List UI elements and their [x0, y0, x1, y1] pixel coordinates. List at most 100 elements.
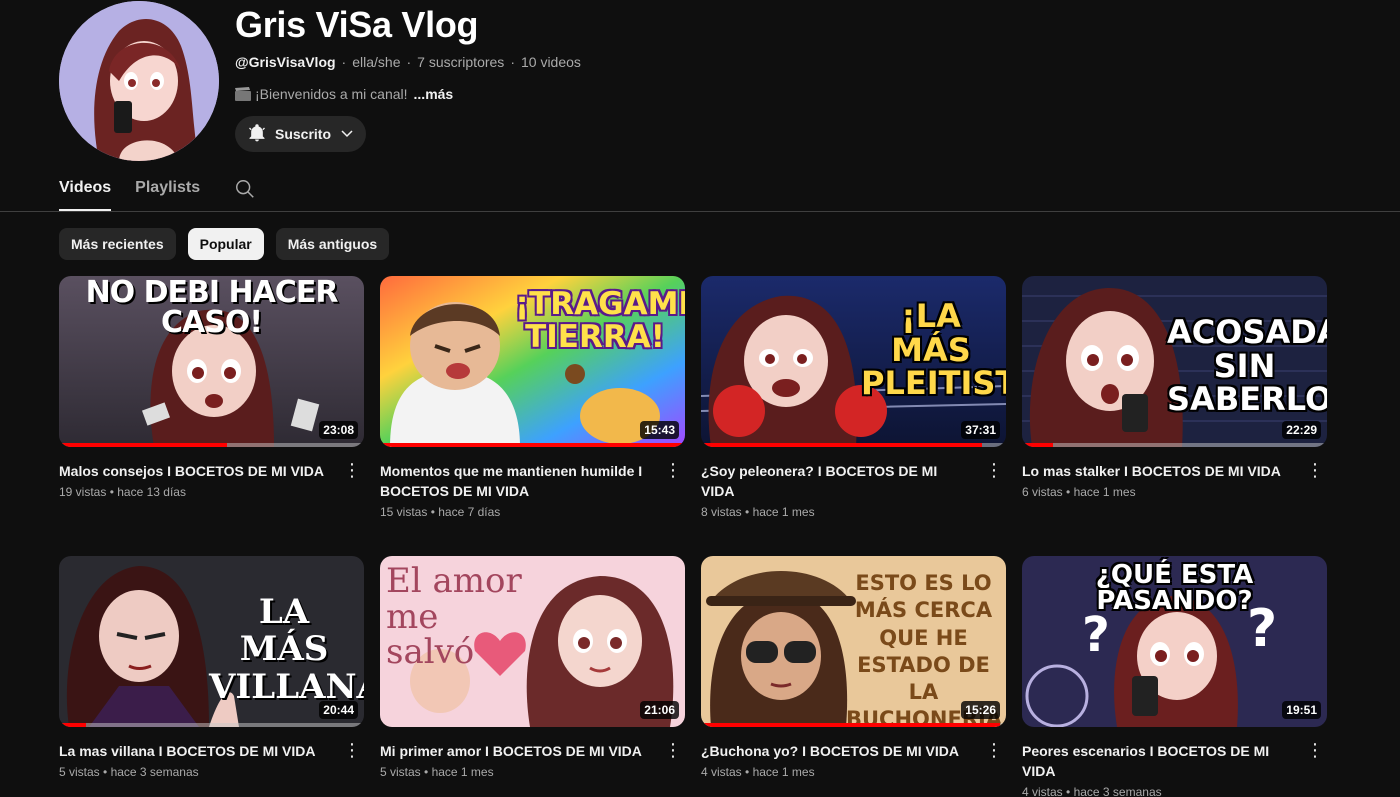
channel-name: Gris ViSa Vlog	[235, 4, 479, 45]
video-card[interactable]: ACOSADA SIN SABERLO 22:29 Lo mas stalker…	[1022, 276, 1327, 556]
tabs-divider	[0, 211, 1400, 212]
thumbnail-text: ¡LA MÁS PLEITISTA!	[861, 297, 1006, 403]
video-thumbnail[interactable]: ¡LA MÁS PLEITISTA! 37:31	[701, 276, 1006, 447]
video-stats: 15 vistas • hace 7 días	[380, 505, 501, 519]
video-stats: 6 vistas • hace 1 mes	[1022, 485, 1136, 499]
more-link[interactable]: ...más	[414, 86, 454, 102]
video-thumbnail[interactable]: ? ? ¿QUÉ ESTA PASANDO? 19:51	[1022, 556, 1327, 727]
watch-progress	[380, 443, 685, 447]
video-title[interactable]: Malos consejos I BOCETOS DE MI VIDA	[59, 461, 329, 481]
watch-progress	[59, 443, 364, 447]
chip-recent[interactable]: Más recientes	[59, 228, 176, 260]
more-vert-icon[interactable]: ⋮	[661, 741, 685, 779]
tab-playlists[interactable]: Playlists	[135, 176, 200, 211]
view-count: 8 vistas	[701, 505, 742, 519]
search-icon[interactable]	[234, 178, 258, 202]
video-card[interactable]: LA MÁS VILLANA 20:44 La mas villana I BO…	[59, 556, 364, 797]
upload-age: hace 1 mes	[752, 765, 815, 779]
more-vert-icon[interactable]: ⋮	[340, 461, 364, 499]
video-thumbnail[interactable]: ¡TRAGAME TIERRA! 15:43	[380, 276, 685, 447]
video-grid: NO DEBI HACER CASO! 23:08 Malos consejos…	[59, 276, 1327, 797]
video-count: 10 videos	[520, 54, 581, 70]
view-count: 4 vistas	[1022, 785, 1063, 797]
video-card[interactable]: ESTO ES LO MÁS CERCA QUE HE ESTADO DE LA…	[701, 556, 1006, 797]
subscriber-count: 7 suscriptores	[417, 54, 505, 70]
video-thumbnail[interactable]: ESTO ES LO MÁS CERCA QUE HE ESTADO DE LA…	[701, 556, 1006, 727]
watch-progress	[59, 723, 364, 727]
channel-meta: @GrisVisaVlog · ella/she · 7 suscriptore…	[235, 54, 581, 70]
upload-age: hace 3 semanas	[1073, 785, 1162, 797]
sort-chips: Más recientes Popular Más antiguos	[59, 228, 390, 260]
video-card[interactable]: ¡TRAGAME TIERRA! 15:43 Momentos que me m…	[380, 276, 685, 556]
watch-progress-fill	[59, 723, 87, 727]
subscribed-label: Suscrito	[275, 126, 332, 142]
clapperboard-icon	[235, 87, 251, 101]
chevron-down-icon	[339, 125, 355, 144]
thumbnail-text: ¡TRAGAME TIERRA!	[515, 286, 685, 355]
channel-description[interactable]: ¡Bienvenidos a mi canal! ...más	[235, 86, 453, 102]
video-card[interactable]: ¡LA MÁS PLEITISTA! 37:31 ¿Soy peleonera?…	[701, 276, 1006, 556]
video-stats: 19 vistas • hace 13 días	[59, 485, 186, 499]
video-title[interactable]: Momentos que me mantienen humilde I BOCE…	[380, 461, 650, 501]
upload-age: hace 7 días	[438, 505, 501, 519]
description-text: ¡Bienvenidos a mi canal!	[255, 86, 408, 102]
upload-age: hace 3 semanas	[110, 765, 199, 779]
video-thumbnail[interactable]: NO DEBI HACER CASO! 23:08	[59, 276, 364, 447]
upload-age: hace 1 mes	[431, 765, 494, 779]
thumbnail-text: El amor me salvó	[386, 561, 522, 673]
video-duration: 22:29	[1282, 421, 1321, 439]
channel-pronouns: ella/she	[352, 54, 401, 70]
video-stats: 4 vistas • hace 3 semanas	[1022, 785, 1162, 797]
more-vert-icon[interactable]: ⋮	[982, 461, 1006, 519]
view-count: 6 vistas	[1022, 485, 1063, 499]
subscribed-button[interactable]: Suscrito	[235, 116, 366, 152]
video-title[interactable]: Peores escenarios I BOCETOS DE MI VIDA	[1022, 741, 1292, 781]
video-stats: 5 vistas • hace 3 semanas	[59, 765, 199, 779]
video-stats: 5 vistas • hace 1 mes	[380, 765, 494, 779]
thumbnail-text: ACOSADA SIN SABERLO	[1167, 313, 1327, 419]
watch-progress-fill	[701, 443, 982, 447]
more-vert-icon[interactable]: ⋮	[340, 741, 364, 779]
channel-handle: @GrisVisaVlog	[235, 54, 336, 70]
video-card[interactable]: ? ? ¿QUÉ ESTA PASANDO? 19:51 Peores esce…	[1022, 556, 1327, 797]
video-duration: 15:43	[640, 421, 679, 439]
chip-oldest[interactable]: Más antiguos	[275, 228, 390, 260]
thumbnail-text: ¿QUÉ ESTA PASANDO?	[1095, 560, 1254, 616]
upload-age: hace 1 mes	[752, 505, 815, 519]
video-thumbnail[interactable]: LA MÁS VILLANA 20:44	[59, 556, 364, 727]
watch-progress-fill	[1022, 443, 1053, 447]
thumbnail-text: NO DEBI HACER CASO!	[85, 276, 339, 340]
video-title[interactable]: ¿Buchona yo? I BOCETOS DE MI VIDA	[701, 741, 971, 761]
video-title[interactable]: La mas villana I BOCETOS DE MI VIDA	[59, 741, 329, 761]
more-vert-icon[interactable]: ⋮	[1303, 461, 1327, 499]
view-count: 19 vistas	[59, 485, 107, 499]
video-thumbnail[interactable]: ACOSADA SIN SABERLO 22:29	[1022, 276, 1327, 447]
video-duration: 15:26	[961, 701, 1000, 719]
more-vert-icon[interactable]: ⋮	[661, 461, 685, 519]
tab-videos[interactable]: Videos	[59, 176, 112, 211]
bell-icon	[247, 123, 267, 146]
channel-avatar[interactable]	[59, 1, 219, 161]
video-card[interactable]: NO DEBI HACER CASO! 23:08 Malos consejos…	[59, 276, 364, 556]
view-count: 4 vistas	[701, 765, 742, 779]
video-stats: 4 vistas • hace 1 mes	[701, 765, 815, 779]
watch-progress-fill	[59, 443, 227, 447]
video-title[interactable]: ¿Soy peleonera? I BOCETOS DE MI VIDA	[701, 461, 971, 501]
more-vert-icon[interactable]: ⋮	[1303, 741, 1327, 797]
video-title[interactable]: Lo mas stalker I BOCETOS DE MI VIDA	[1022, 461, 1292, 481]
watch-progress-fill	[380, 443, 685, 447]
chip-popular[interactable]: Popular	[187, 228, 264, 260]
video-card[interactable]: El amor me salvó 21:06 Mi primer amor I …	[380, 556, 685, 797]
video-duration: 19:51	[1282, 701, 1321, 719]
watch-progress	[701, 443, 1006, 447]
channel-tabs: Videos Playlists	[59, 176, 258, 211]
video-thumbnail[interactable]: El amor me salvó 21:06	[380, 556, 685, 727]
video-duration: 23:08	[319, 421, 358, 439]
more-vert-icon[interactable]: ⋮	[982, 741, 1006, 779]
upload-age: hace 13 días	[117, 485, 186, 499]
video-title[interactable]: Mi primer amor I BOCETOS DE MI VIDA	[380, 741, 650, 761]
video-duration: 20:44	[319, 701, 358, 719]
view-count: 15 vistas	[380, 505, 428, 519]
watch-progress-fill	[701, 723, 1000, 727]
watch-progress	[1022, 443, 1327, 447]
